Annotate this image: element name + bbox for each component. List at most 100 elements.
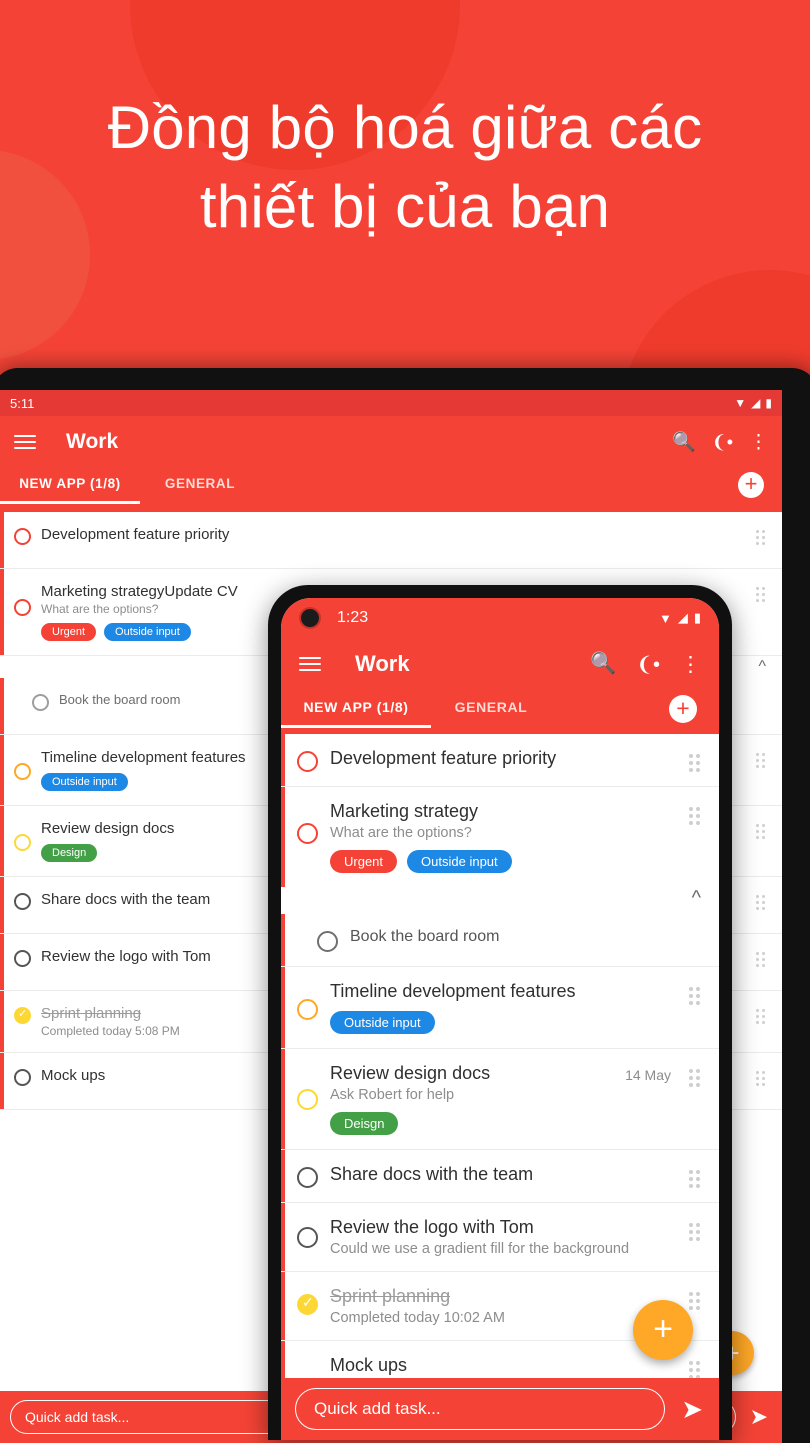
drag-handle-icon[interactable] bbox=[689, 754, 703, 772]
task-checkbox[interactable] bbox=[14, 528, 31, 545]
phone-status-left: 1:23 bbox=[299, 607, 368, 629]
label-chip[interactable]: Outside input bbox=[330, 1011, 435, 1034]
drag-handle-icon[interactable] bbox=[756, 1071, 768, 1086]
add-task-button[interactable]: + bbox=[669, 695, 697, 723]
task-checkbox[interactable] bbox=[14, 950, 31, 967]
task-checkbox[interactable] bbox=[297, 1227, 318, 1248]
list-item[interactable]: Share docs with the team bbox=[281, 1150, 719, 1203]
task-checkbox[interactable] bbox=[297, 751, 318, 772]
tab-general[interactable]: GENERAL bbox=[431, 690, 551, 728]
task-checkbox[interactable] bbox=[297, 999, 318, 1020]
label-chip[interactable]: Outside input bbox=[41, 773, 128, 791]
list-item[interactable]: Timeline development features Outside in… bbox=[281, 967, 719, 1049]
task-title: Development feature priority bbox=[330, 748, 557, 768]
quick-add-input[interactable]: Quick add task... bbox=[295, 1388, 666, 1430]
task-checkbox[interactable] bbox=[297, 1167, 318, 1188]
task-checkbox[interactable] bbox=[297, 1294, 318, 1315]
priority-bar bbox=[0, 991, 4, 1052]
table-row[interactable]: Development feature priority bbox=[0, 512, 782, 569]
task-subtitle: What are the options? bbox=[330, 825, 472, 841]
task-checkbox[interactable] bbox=[14, 893, 31, 910]
tablet-status-bar: 5:11 ▼ ◢ ▮ bbox=[0, 390, 782, 416]
search-icon[interactable]: 🔍 bbox=[590, 652, 616, 676]
drag-handle-icon[interactable] bbox=[756, 952, 768, 967]
label-chip[interactable]: Outside input bbox=[104, 623, 191, 641]
task-checkbox[interactable] bbox=[297, 1089, 318, 1110]
task-checkbox[interactable] bbox=[14, 1069, 31, 1086]
label-chip[interactable]: Outside input bbox=[407, 850, 512, 873]
tab-new-app[interactable]: NEW APP (1/8) bbox=[281, 690, 431, 728]
task-checkbox[interactable] bbox=[32, 694, 49, 711]
hero-headline-line2: thiết bị của bạn bbox=[199, 173, 611, 241]
task-title: Sprint planning bbox=[330, 1286, 451, 1306]
share-icon[interactable]: ❨• bbox=[712, 432, 733, 453]
task-checkbox[interactable] bbox=[297, 823, 318, 844]
priority-bar bbox=[281, 1049, 285, 1149]
hero-headline-line1: Đồng bộ hoá giữa các bbox=[107, 94, 703, 161]
task-title: Marketing strategy bbox=[330, 801, 479, 821]
send-icon[interactable]: ➤ bbox=[750, 1404, 768, 1430]
label-chip[interactable]: Design bbox=[41, 844, 98, 862]
label-chip[interactable]: Urgent bbox=[41, 623, 97, 641]
phone-fab-add[interactable]: + bbox=[633, 1300, 693, 1360]
search-icon[interactable]: 🔍 bbox=[672, 430, 696, 454]
task-checkbox[interactable] bbox=[14, 1007, 31, 1024]
drag-handle-icon[interactable] bbox=[689, 987, 703, 1005]
drag-handle-icon[interactable] bbox=[689, 1361, 703, 1379]
drag-handle-icon[interactable] bbox=[689, 1170, 703, 1188]
priority-bar bbox=[0, 934, 4, 990]
drag-handle-icon[interactable] bbox=[756, 824, 768, 839]
drag-handle-icon[interactable] bbox=[756, 895, 768, 910]
task-title: Book the board room bbox=[350, 928, 500, 945]
task-checkbox[interactable] bbox=[14, 599, 31, 616]
task-labels: Urgent Outside input bbox=[330, 850, 677, 873]
drag-handle-icon[interactable] bbox=[689, 1292, 703, 1310]
hamburger-icon[interactable] bbox=[299, 653, 321, 675]
task-text: Book the board room bbox=[350, 928, 703, 946]
chevron-up-icon[interactable]: ^ bbox=[692, 887, 701, 910]
task-text: Review the logo with Tom Could we use a … bbox=[330, 1217, 677, 1257]
task-due-date: 14 May bbox=[625, 1067, 671, 1083]
task-text: Sprint planning Completed today 10:02 AM bbox=[330, 1286, 677, 1326]
list-item[interactable]: Book the board room bbox=[281, 914, 719, 967]
task-subtitle: Could we use a gradient fill for the bac… bbox=[330, 1241, 630, 1257]
share-icon[interactable]: ❨• bbox=[636, 652, 660, 677]
drag-handle-icon[interactable] bbox=[689, 807, 703, 825]
wifi-icon: ▼ bbox=[658, 610, 672, 626]
drag-handle-icon[interactable] bbox=[756, 530, 768, 545]
phone-task-list: Development feature priority Marketing s… bbox=[281, 734, 719, 1394]
drag-handle-icon[interactable] bbox=[689, 1223, 703, 1241]
list-item[interactable]: Review design docs Ask Robert for help D… bbox=[281, 1049, 719, 1150]
phone-screen: 1:23 ▼ ◢ ▮ Work 🔍 ❨• ⋮ NEW APP (1/8) GEN… bbox=[281, 598, 719, 1440]
tab-new-app[interactable]: NEW APP (1/8) bbox=[0, 468, 140, 504]
tab-general[interactable]: GENERAL bbox=[140, 468, 260, 504]
phone-tab-bar: NEW APP (1/8) GENERAL + bbox=[281, 690, 719, 734]
list-item[interactable]: Development feature priority bbox=[281, 734, 719, 787]
task-text: Mock ups bbox=[330, 1355, 677, 1376]
drag-handle-icon[interactable] bbox=[689, 1069, 703, 1087]
hamburger-icon[interactable] bbox=[14, 431, 36, 453]
drag-handle-icon[interactable] bbox=[756, 587, 768, 602]
label-chip[interactable]: Urgent bbox=[330, 850, 398, 873]
add-task-button[interactable]: + bbox=[738, 472, 764, 498]
tablet-tab-bar: NEW APP (1/8) GENERAL + bbox=[0, 468, 782, 512]
task-title: Timeline development features bbox=[330, 981, 576, 1001]
more-vert-icon[interactable]: ⋮ bbox=[680, 652, 701, 677]
chevron-up-icon[interactable]: ^ bbox=[758, 658, 766, 676]
label-chip[interactable]: Deisgn bbox=[330, 1112, 399, 1135]
task-title: Share docs with the team bbox=[330, 1164, 534, 1184]
task-checkbox[interactable] bbox=[317, 931, 338, 952]
task-checkbox[interactable] bbox=[14, 834, 31, 851]
drag-handle-icon[interactable] bbox=[756, 1009, 768, 1024]
task-checkbox[interactable] bbox=[14, 763, 31, 780]
battery-icon: ▮ bbox=[765, 396, 772, 410]
more-vert-icon[interactable]: ⋮ bbox=[749, 431, 768, 454]
wifi-icon: ▼ bbox=[734, 396, 747, 410]
drag-handle-icon[interactable] bbox=[756, 753, 768, 768]
phone-collapse-row[interactable]: ^ bbox=[281, 887, 719, 914]
priority-bar bbox=[281, 734, 285, 786]
send-icon[interactable]: ➤ bbox=[681, 1394, 703, 1425]
priority-bar bbox=[0, 678, 4, 734]
list-item[interactable]: Review the logo with Tom Could we use a … bbox=[281, 1203, 719, 1272]
list-item[interactable]: Marketing strategy What are the options?… bbox=[281, 787, 719, 887]
